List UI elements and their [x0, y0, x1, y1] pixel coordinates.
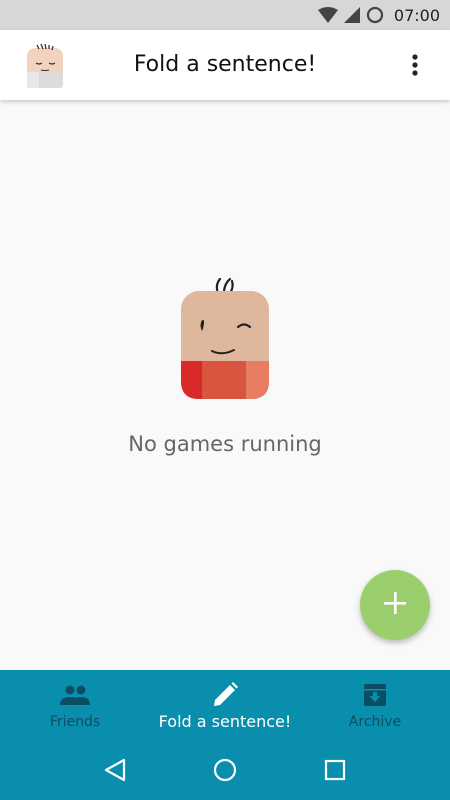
plus-icon	[384, 591, 406, 619]
pencil-icon	[212, 682, 238, 708]
nav-label-archive: Archive	[348, 714, 402, 730]
back-icon[interactable]	[95, 750, 135, 790]
nav-label-fold-a-sentence: Fold a sentence!	[158, 712, 292, 731]
empty-state-message: No games running	[128, 432, 322, 456]
recents-icon[interactable]	[315, 750, 355, 790]
archive-icon	[363, 682, 387, 708]
bottom-navigation: Friends Fold a sentence! Archive	[0, 670, 450, 740]
status-bar: 07:00	[0, 0, 450, 30]
nav-label-friends: Friends	[49, 714, 101, 730]
nav-item-friends[interactable]: Friends	[0, 670, 150, 740]
app-bar: Fold a sentence!	[0, 30, 450, 100]
more-vert-icon[interactable]	[400, 50, 430, 80]
home-icon[interactable]	[205, 750, 245, 790]
winking-face-illustration	[178, 275, 272, 401]
signal-icon	[343, 7, 360, 23]
games-list-empty: No games running	[0, 100, 450, 670]
user-avatar[interactable]	[22, 42, 68, 90]
people-icon	[60, 682, 90, 708]
wifi-icon	[317, 7, 338, 23]
status-time: 07:00	[393, 5, 440, 25]
nav-item-fold-a-sentence[interactable]: Fold a sentence!	[150, 670, 300, 740]
nav-item-archive[interactable]: Archive	[300, 670, 450, 740]
system-navigation-bar	[0, 740, 450, 800]
new-game-button[interactable]	[360, 570, 430, 640]
data-saver-icon	[366, 6, 384, 24]
